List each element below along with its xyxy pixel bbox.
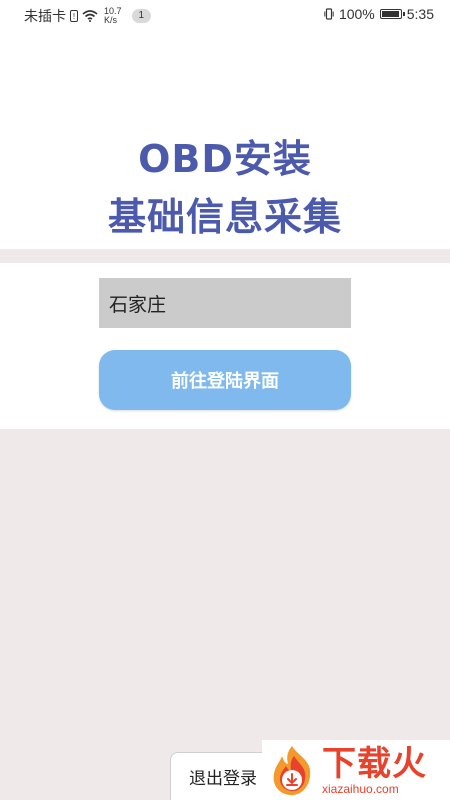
wifi-icon <box>82 10 98 22</box>
status-bar-right: 100% 5:35 <box>324 6 434 22</box>
form-panel: 前往登陆界面 <box>0 263 450 429</box>
page-title-line1: OBD安装 <box>138 137 312 181</box>
net-speed-unit: K/s <box>104 15 118 25</box>
header-panel: OBD安装 基础信息采集 <box>0 30 450 249</box>
net-speed: 10.7 K/s <box>104 7 122 25</box>
go-to-login-button[interactable]: 前往登陆界面 <box>99 350 351 410</box>
watermark-en: xiazaihuo.com <box>322 782 399 796</box>
carrier-label: 未插卡 <box>24 8 66 24</box>
watermark-cn: 下载火 <box>322 744 427 784</box>
watermark-text: 下载火 xiazaihuo.com <box>322 745 427 795</box>
battery-percent: 100% <box>338 6 375 22</box>
vibrate-icon <box>324 8 334 20</box>
city-input[interactable] <box>99 278 351 328</box>
watermark: 下载火 xiazaihuo.com <box>262 740 450 800</box>
sim-alert-icon: ! <box>70 10 78 22</box>
notification-badge: 1 <box>131 9 152 23</box>
status-bar: 未插卡 ! 10.7 K/s 1 100% 5:35 <box>0 0 450 30</box>
status-bar-left: 未插卡 ! 10.7 K/s 1 <box>24 6 152 26</box>
flame-logo-icon <box>273 746 311 796</box>
clock: 5:35 <box>406 6 434 22</box>
page-title-line2: 基础信息采集 <box>107 195 342 239</box>
battery-icon <box>379 9 405 19</box>
